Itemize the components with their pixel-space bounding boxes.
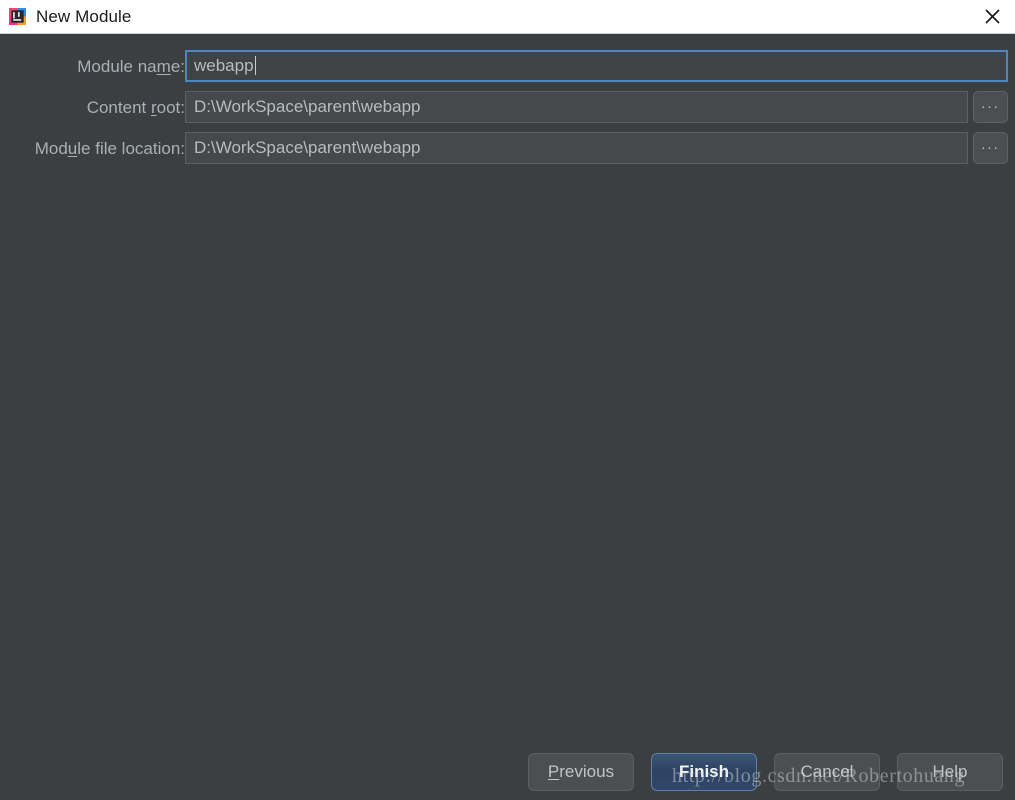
form-row-content-root: Content root: D:\WorkSpace\parent\webapp… <box>0 91 1015 125</box>
finish-button[interactable]: Finish <box>651 753 757 791</box>
module-file-location-label: Module file location: <box>35 132 185 166</box>
content-root-value: D:\WorkSpace\parent\webapp <box>194 97 421 116</box>
content-root-label: Content root: <box>87 91 185 125</box>
module-file-location-label-mnemonic: u <box>67 139 78 158</box>
form-row-module-name: Module name: webapp <box>0 50 1015 84</box>
cancel-button-label: Cancel <box>800 762 854 781</box>
module-name-label: Module name: <box>77 50 185 84</box>
module-file-location-value: D:\WorkSpace\parent\webapp <box>194 138 421 157</box>
module-name-label-text-before: Module na <box>77 57 157 76</box>
module-name-input[interactable]: webapp <box>185 50 1008 82</box>
window-title: New Module <box>36 6 132 26</box>
module-file-location-input[interactable]: D:\WorkSpace\parent\webapp <box>185 132 968 164</box>
previous-button[interactable]: Previous <box>528 753 634 791</box>
intellij-idea-icon <box>9 8 26 25</box>
ellipsis-icon: ... <box>981 95 1000 112</box>
module-file-location-label-text-before: Mod <box>34 139 68 158</box>
module-file-location-browse-button[interactable]: ... <box>973 132 1008 164</box>
content-root-browse-button[interactable]: ... <box>973 91 1008 123</box>
form-row-module-file-location: Module file location: D:\WorkSpace\paren… <box>0 132 1015 166</box>
text-caret <box>254 56 256 75</box>
help-button[interactable]: Help <box>897 753 1003 791</box>
dialog-button-bar: Previous Finish Cancel Help <box>0 753 1015 800</box>
close-icon[interactable] <box>969 0 1015 33</box>
finish-button-label: Finish <box>678 762 730 781</box>
module-name-label-text-after: e: <box>170 57 185 76</box>
ellipsis-icon: ... <box>981 136 1000 153</box>
module-name-value: webapp <box>194 56 254 75</box>
new-module-dialog: New Module Module name: webapp Content r… <box>0 0 1015 800</box>
previous-button-mnemonic: P <box>547 762 560 781</box>
title-bar: New Module <box>0 0 1015 34</box>
content-root-label-text-after: oot: <box>156 98 185 117</box>
previous-button-label: revious <box>559 762 615 781</box>
module-file-location-label-text-after: le file location: <box>77 139 185 158</box>
content-root-label-text-before: Content <box>86 98 151 117</box>
help-button-label: Help <box>932 762 968 781</box>
module-name-label-mnemonic: m <box>156 57 171 76</box>
content-root-input[interactable]: D:\WorkSpace\parent\webapp <box>185 91 968 123</box>
cancel-button[interactable]: Cancel <box>774 753 880 791</box>
